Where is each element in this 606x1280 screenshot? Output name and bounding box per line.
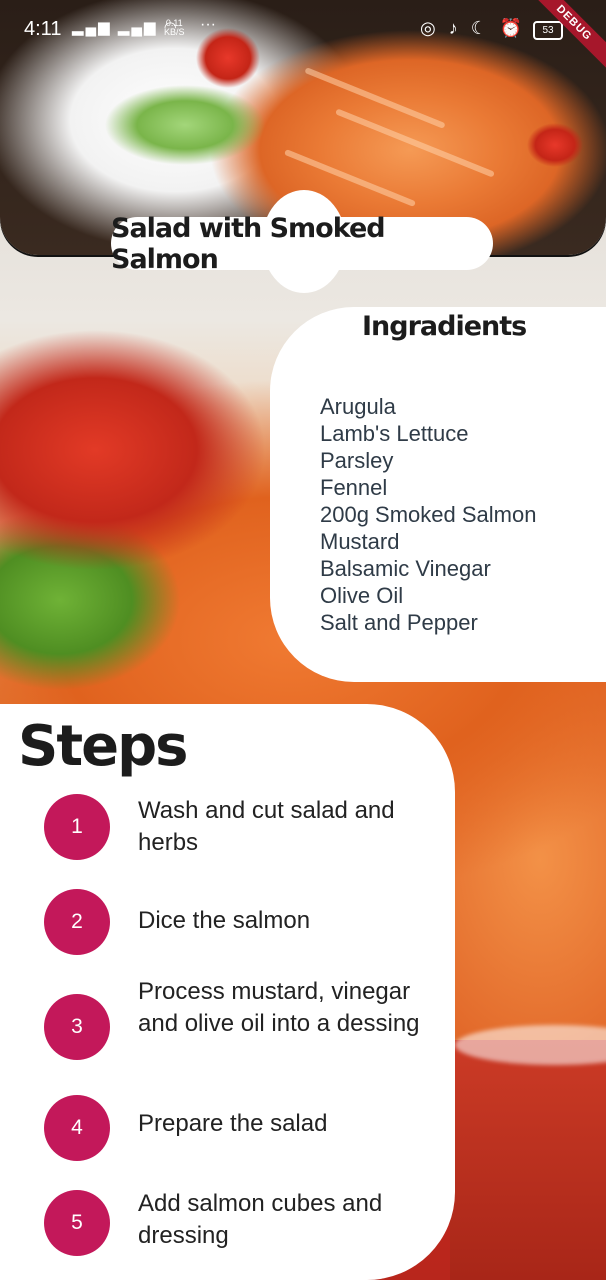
- step-number-badge: 3: [44, 994, 110, 1060]
- steps-card: Steps 1 Wash and cut salad and herbs 2 D…: [0, 704, 455, 1280]
- recipe-title: Salad with Smoked Salmon: [111, 212, 386, 275]
- network-speed-unit: KB/S: [164, 27, 185, 37]
- step-item: 1 Wash and cut salad and herbs: [0, 792, 455, 862]
- more-notifications-icon: ···: [200, 16, 216, 33]
- ingredient-item: Mustard: [320, 529, 400, 554]
- ingredient-item: Balsamic Vinegar: [320, 556, 491, 581]
- step-item: 2 Dice the salmon: [0, 887, 455, 957]
- step-item: 4 Prepare the salad: [0, 1093, 455, 1163]
- salmon-highlight: [335, 108, 495, 178]
- step-text: Dice the salmon: [138, 907, 311, 934]
- steps-heading: Steps: [18, 714, 188, 779]
- ingredient-item: Arugula: [320, 394, 396, 419]
- ingredient-item: Fennel: [320, 475, 388, 500]
- step-item: 3 Process mustard, vinegar and olive oil…: [0, 978, 455, 1078]
- ingredient-item: Lamb's Lettuce: [320, 421, 469, 446]
- status-bar: 4:11 ▂▄▆ ▂▄▆ ◠ 0.11 KB/S ··· ◎ ♪ ☾ ⏰ 53 …: [0, 0, 606, 72]
- salmon-highlight: [304, 67, 446, 129]
- ingredients-list: Arugula Lamb's Lettuce Parsley Fennel 20…: [320, 393, 536, 636]
- network-speed: 0.11 KB/S: [164, 19, 185, 37]
- step-number-badge: 4: [44, 1095, 110, 1161]
- ingredient-item: Salt and Pepper: [320, 610, 478, 635]
- recipe-title-pill: Salad with Smoked Salmon: [111, 213, 493, 275]
- ingredients-heading: Ingradients: [362, 311, 527, 342]
- step-number-badge: 2: [44, 889, 110, 955]
- ingredients-card: Ingradients Arugula Lamb's Lettuce Parsl…: [270, 307, 606, 682]
- step-text: Process mustard, vinegar and olive oil i…: [138, 978, 420, 1037]
- ingredient-item: Olive Oil: [320, 583, 404, 608]
- step-number-badge: 5: [44, 1190, 110, 1256]
- ingredient-item: 200g Smoked Salmon: [320, 502, 537, 527]
- step-number-badge: 1: [44, 794, 110, 860]
- background-bowl-shape: [450, 1040, 606, 1280]
- step-item: 5 Add salmon cubes and dressing: [0, 1188, 455, 1258]
- step-text: Add salmon cubes and dressing: [138, 1190, 383, 1249]
- status-time: 4:11: [24, 18, 62, 40]
- ingredient-item: Parsley: [320, 448, 394, 473]
- battery-icon: 53: [533, 21, 563, 40]
- step-text: Prepare the salad: [138, 1110, 328, 1137]
- signal-wifi-icons: ▂▄▆ ▂▄▆ ◠: [72, 19, 179, 36]
- system-status-icons: ◎ ♪ ☾ ⏰: [420, 18, 527, 38]
- step-text: Wash and cut salad and herbs: [138, 797, 395, 856]
